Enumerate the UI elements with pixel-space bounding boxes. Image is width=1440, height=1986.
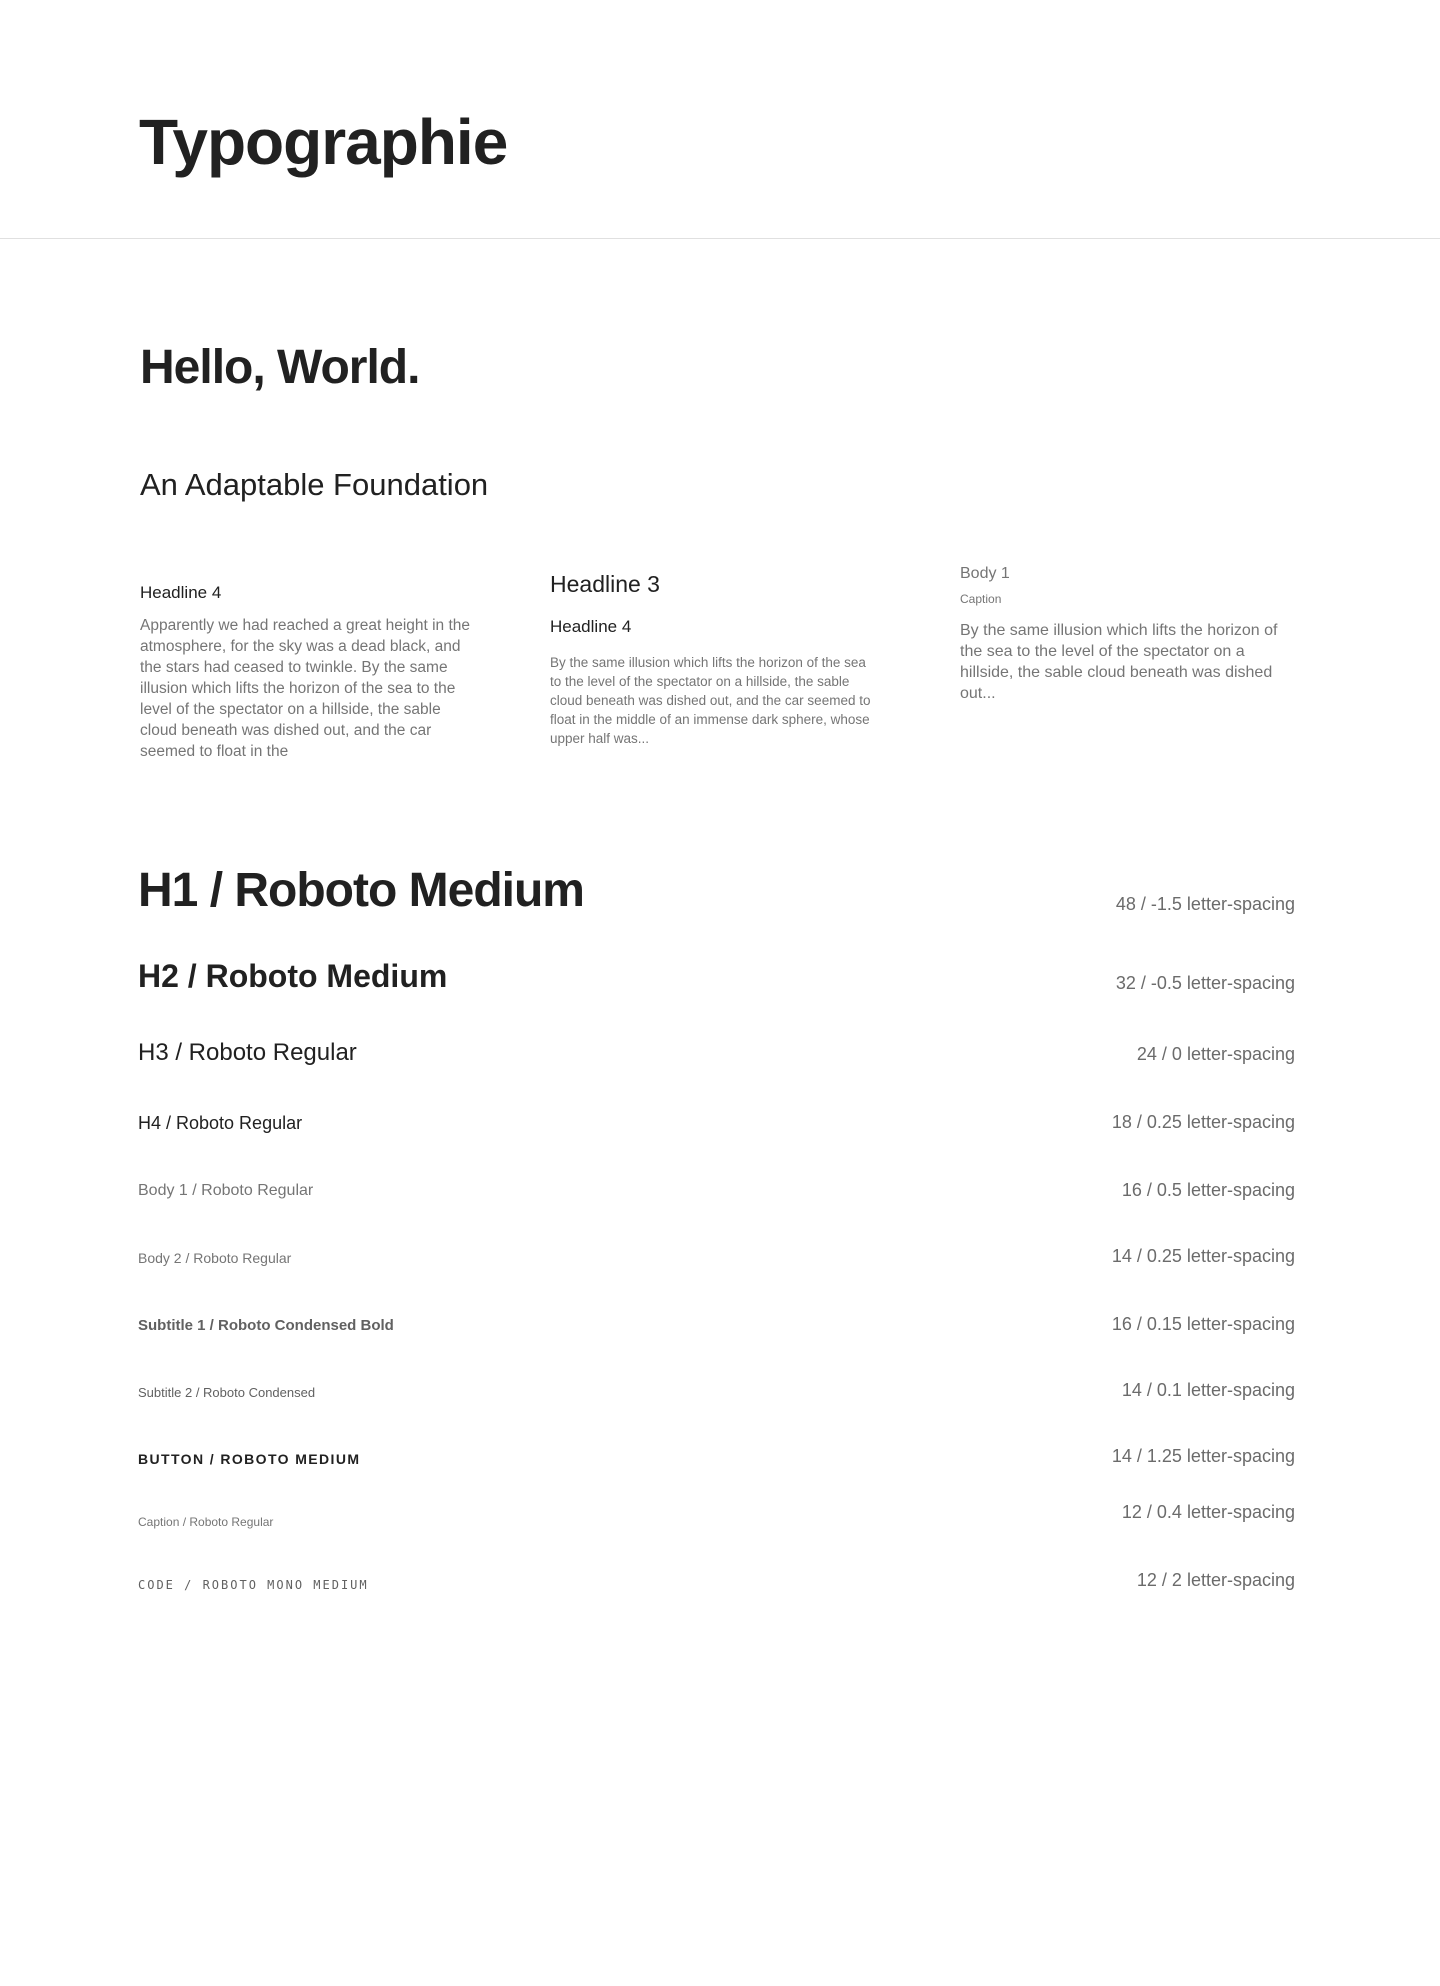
foundation-heading: An Adaptable Foundation xyxy=(140,467,489,502)
type-scale-spec-subtitle1: 16 / 0.15 letter-spacing xyxy=(1111,1314,1295,1334)
column1-headline4: Headline 4 xyxy=(140,583,222,602)
type-scale-spec-h2: 32 / -0.5 letter-spacing xyxy=(1115,973,1295,993)
header-divider xyxy=(0,238,1440,239)
type-scale-spec-h4: 18 / 0.25 letter-spacing xyxy=(1111,1112,1295,1132)
type-scale-name-body1: Body 1 / Roboto Regular xyxy=(138,1182,314,1199)
type-scale-spec-h3: 24 / 0 letter-spacing xyxy=(1136,1044,1295,1064)
page-title: Typographie xyxy=(139,106,508,178)
type-scale-spec-h1: 48 / -1.5 letter-spacing xyxy=(1115,894,1295,914)
type-scale-name-subtitle2: Subtitle 2 / Roboto Condensed xyxy=(138,1385,316,1400)
hello-heading: Hello, World. xyxy=(140,341,420,394)
type-scale-name-h2: H2 / Roboto Medium xyxy=(138,958,448,994)
type-scale-name-body2: Body 2 / Roboto Regular xyxy=(138,1250,292,1266)
column2-headline3: Headline 3 xyxy=(550,571,660,597)
type-scale-name-button: BUTTON / ROBOTO MEDIUM xyxy=(138,1451,361,1467)
type-scale-spec-body2: 14 / 0.25 letter-spacing xyxy=(1111,1246,1295,1266)
type-scale-spec-subtitle2: 14 / 0.1 letter-spacing xyxy=(1121,1380,1295,1400)
type-scale-name-caption: Caption / Roboto Regular xyxy=(138,1515,274,1529)
type-scale-name-code: CODE / ROBOTO MONO MEDIUM xyxy=(138,1578,369,1592)
column1-paragraph: Apparently we had reached a great height… xyxy=(140,617,471,760)
type-scale-spec-caption: 12 / 0.4 letter-spacing xyxy=(1121,1502,1295,1522)
column3-paragraph: By the same illusion which lifts the hor… xyxy=(960,622,1278,702)
type-scale-name-subtitle1: Subtitle 1 / Roboto Condensed Bold xyxy=(138,1317,394,1334)
column3-body1-label: Body 1 xyxy=(960,565,1010,582)
type-scale-name-h3: H3 / Roboto Regular xyxy=(138,1039,357,1066)
type-scale-spec-body1: 16 / 0.5 letter-spacing xyxy=(1121,1180,1295,1200)
column2-paragraph: By the same illusion which lifts the hor… xyxy=(550,655,871,746)
type-scale-spec-button: 14 / 1.25 letter-spacing xyxy=(1111,1446,1295,1466)
type-scale-spec-code: 12 / 2 letter-spacing xyxy=(1136,1570,1295,1590)
type-scale-name-h4: H4 / Roboto Regular xyxy=(138,1113,303,1133)
type-scale-name-h1: H1 / Roboto Medium xyxy=(138,864,585,917)
column2-headline4: Headline 4 xyxy=(550,617,632,636)
column3-caption-label: Caption xyxy=(960,592,1002,606)
